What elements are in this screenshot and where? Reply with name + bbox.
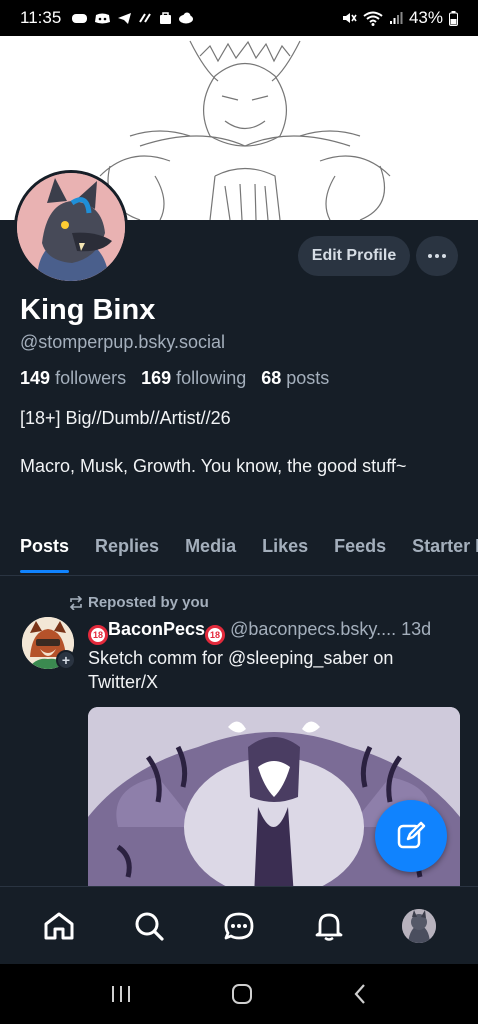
post-text: Sketch comm for @sleeping_saber on Twitt… [88,648,394,692]
recent-apps-icon[interactable] [110,984,132,1004]
posts-label: posts [286,368,330,388]
compose-icon [397,821,426,849]
cloud-icon [179,12,194,24]
signal-icon [389,11,403,24]
gamepad-icon [72,13,88,23]
battery-icon [449,10,458,26]
bio-line-1: [18+] Big//Dumb//Artist//26 [20,408,231,428]
avatar-image [17,173,125,281]
profile-handle: @stomperpup.bsky.social [20,332,226,352]
followers-label: followers [55,368,127,388]
nav-profile[interactable] [397,904,441,948]
repost-indicator: Reposted by you [68,594,209,611]
tab-likes[interactable]: Likes [262,526,308,575]
system-navigation-bar [0,964,478,1024]
wifi-icon [363,11,383,26]
adult-badge-icon: 18 [205,625,226,645]
followers-count: 149 [20,368,51,388]
following-label: following [176,368,247,388]
post-timestamp[interactable]: 13d [401,619,431,639]
chat-icon [224,912,254,939]
tab-posts[interactable]: Posts [20,526,70,575]
notification-icons [71,11,195,25]
edit-profile-button[interactable]: Edit Profile [298,236,410,276]
adult-badge-icon: 18 [88,625,108,645]
bottom-navigation [0,886,478,964]
repost-label: Reposted by you [88,594,209,611]
tab-replies[interactable]: Replies [95,526,159,575]
tab-feeds[interactable]: Feeds [334,526,386,575]
home-button-icon[interactable] [231,983,253,1005]
tab-media[interactable]: Media [185,526,236,575]
more-options-button[interactable] [416,236,458,276]
nav-chat[interactable] [217,904,261,948]
followers-stat[interactable]: 149 followers [20,368,126,388]
profile-avatar[interactable] [14,170,128,284]
nav-search[interactable] [127,904,171,948]
ellipsis-icon [428,254,446,258]
tab-starter-packs[interactable]: Starter P [412,526,478,575]
bag-icon [160,12,172,24]
discord-icon [95,13,111,23]
bell-icon [315,913,343,941]
posts-count: 68 [261,368,282,388]
back-icon[interactable] [352,983,368,1005]
posts-stat: 68 posts [261,368,329,388]
mute-icon [342,13,357,23]
post-header: 18 BaconPecs 18 @baconpecs.bsky.... 13d [88,619,431,645]
status-bar: 11:35 43% [0,0,478,36]
nav-notifications[interactable] [307,904,351,948]
bio-line-2: Macro, Musk, Growth. You know, the good … [20,456,407,476]
battery-percent: 43% [408,8,443,27]
sync-icon [139,12,152,23]
profile-avatar [402,908,436,943]
follow-plus-icon[interactable]: + [56,650,76,670]
post-author-name[interactable]: BaconPecs [108,619,205,639]
display-name: King Binx [20,294,156,326]
profile-tabs: Posts Replies Media Likes Feeds Starter … [0,526,478,576]
following-count: 169 [141,368,172,388]
post-author-handle[interactable]: @baconpecs.bsky.... [230,619,396,639]
clock: 11:35 [20,8,62,27]
telegram-icon [118,12,132,24]
profile-stats: 149 followers 169 following 68 posts [20,368,329,389]
repost-icon [69,595,83,610]
search-icon [135,912,164,941]
compose-post-button[interactable] [375,800,447,872]
following-stat[interactable]: 169 following [141,368,246,388]
home-icon [44,912,74,939]
nav-avatar-image [402,908,436,943]
nav-home[interactable] [37,904,81,948]
